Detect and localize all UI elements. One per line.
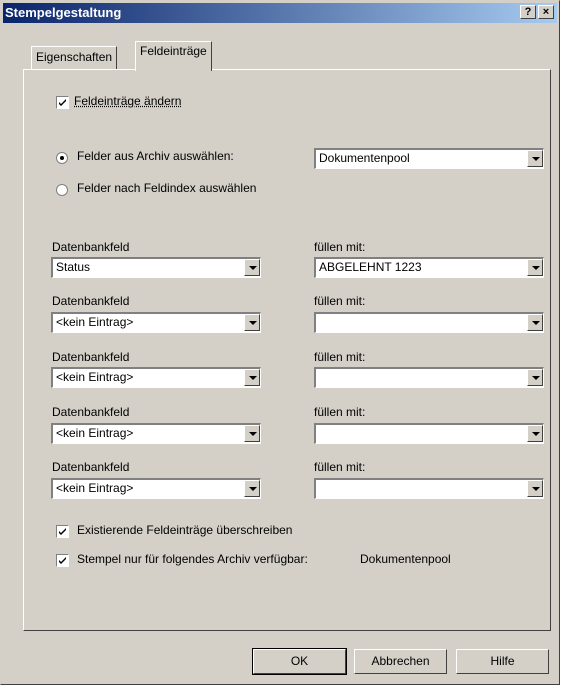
radio-selected-dot [60,156,64,160]
radio-from-archive[interactable] [56,152,68,164]
db-field-value: <kein Eintrag> [56,315,134,329]
db-field-value: <kein Eintrag> [56,481,134,495]
only-archive-value: Dokumentenpool [360,552,451,566]
chevron-down-icon[interactable] [527,480,543,497]
help-title-button[interactable]: ? [520,5,536,19]
chevron-down-icon[interactable] [527,425,543,442]
checkmark-icon [59,99,66,106]
chevron-down-icon[interactable] [527,259,543,276]
db-field-value: <kein Eintrag> [56,370,134,384]
chevron-down-icon[interactable] [244,480,260,497]
by-index-label: Felder nach Feldindex auswählen [77,181,257,195]
chevron-down-icon[interactable] [527,150,543,167]
db-field-label: Datenbankfeld [52,350,130,364]
fill-with-label: füllen mit: [314,350,366,364]
db-field-select[interactable]: Status [51,257,261,278]
archive-select[interactable]: Dokumentenpool [314,148,544,169]
tab-feldeintraege[interactable]: Feldeinträge [135,41,212,71]
overwrite-label: Existierende Feldeinträge überschreiben [77,523,293,537]
cancel-button[interactable]: Abbrechen [354,649,447,674]
db-field-select[interactable]: <kein Eintrag> [51,423,261,444]
edit-fields-label: Feldeinträge ändern [74,94,182,108]
db-field-label: Datenbankfeld [52,405,130,419]
db-field-value: Status [56,260,91,274]
window-title: Stempelgestaltung [5,5,122,20]
from-archive-label: Felder aus Archiv auswählen: [77,149,234,163]
radio-by-index[interactable] [56,184,68,196]
db-field-label: Datenbankfeld [52,294,130,308]
fill-with-value: ABGELEHNT 1223 [319,260,422,274]
archive-select-value: Dokumentenpool [319,151,410,165]
title-bar: Stempelgestaltung ? × [3,3,557,23]
fill-with-label: füllen mit: [314,240,366,254]
fill-with-select[interactable]: ABGELEHNT 1223 [314,257,544,278]
edit-fields-checkbox[interactable] [56,96,69,109]
db-field-label: Datenbankfeld [52,460,130,474]
chevron-down-icon[interactable] [527,369,543,386]
fill-with-select[interactable] [314,423,544,444]
chevron-down-icon[interactable] [527,314,543,331]
fill-with-label: füllen mit: [314,405,366,419]
db-field-select[interactable]: <kein Eintrag> [51,312,261,333]
chevron-down-icon[interactable] [244,425,260,442]
fill-with-label: füllen mit: [314,294,366,308]
checkmark-icon [59,557,66,564]
chevron-down-icon[interactable] [244,369,260,386]
chevron-down-icon[interactable] [244,314,260,331]
overwrite-checkbox[interactable] [56,525,69,538]
db-field-label: Datenbankfeld [52,240,130,254]
chevron-down-icon[interactable] [244,259,260,276]
tab-label: Feldeinträge [140,44,207,58]
fill-with-select[interactable] [314,312,544,333]
help-button[interactable]: Hilfe [456,649,549,674]
tab-label: Eigenschaften [36,50,113,64]
db-field-select[interactable]: <kein Eintrag> [51,367,261,388]
ok-button[interactable]: OK [252,648,347,675]
checkmark-icon [59,528,66,535]
only-archive-checkbox[interactable] [56,554,69,567]
close-button[interactable]: × [538,5,554,19]
only-archive-label: Stempel nur für folgendes Archiv verfügb… [77,552,308,566]
dialog-window: Stempelgestaltung ? × Eigenschaften Feld… [0,0,560,685]
tab-eigenschaften[interactable]: Eigenschaften [31,46,118,70]
fill-with-select[interactable] [314,367,544,388]
fill-with-label: füllen mit: [314,460,366,474]
fill-with-select[interactable] [314,478,544,499]
db-field-value: <kein Eintrag> [56,426,134,440]
db-field-select[interactable]: <kein Eintrag> [51,478,261,499]
